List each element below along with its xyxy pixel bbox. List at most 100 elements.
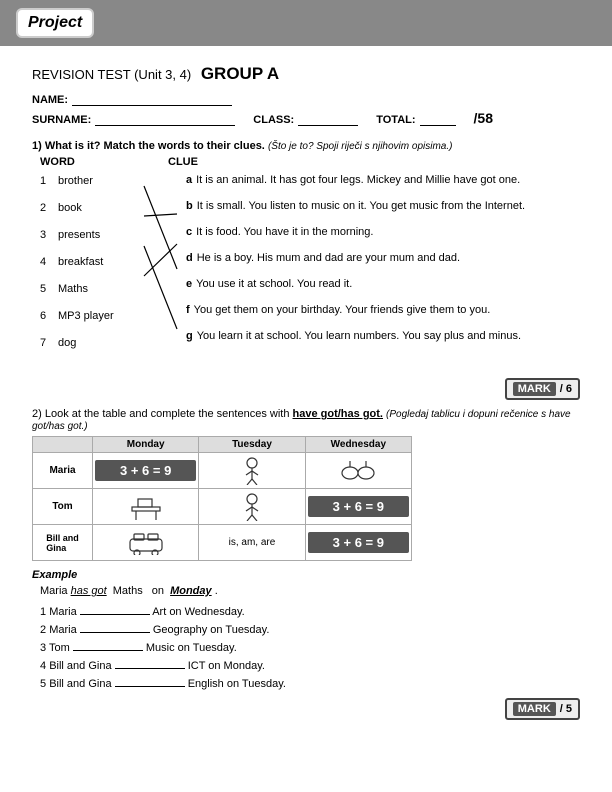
clue-letter-c: c bbox=[186, 226, 192, 238]
word-row-3: 3 presents bbox=[40, 228, 162, 241]
surname-row: SURNAME: CLASS: TOTAL: /58 bbox=[32, 110, 580, 126]
section1-mark-box: MARK / 6 bbox=[505, 378, 580, 400]
vehicle-icon bbox=[128, 531, 164, 555]
matching-exercise: 1 brother 2 book 3 presents 4 breakfast bbox=[32, 174, 580, 374]
clue-row-c: c It is food. You have it in the morning… bbox=[186, 226, 580, 238]
section2: 2) Look at the table and complete the se… bbox=[32, 408, 580, 720]
s1-num: 1 bbox=[40, 606, 49, 618]
section2-mark-label: MARK bbox=[513, 702, 556, 716]
clue-row-f: f You get them on your birthday. Your fr… bbox=[186, 304, 580, 316]
name-row: NAME: bbox=[32, 92, 580, 106]
s3-subject: Tom bbox=[49, 642, 73, 654]
clue-text-f: You get them on your birthday. Your frie… bbox=[194, 304, 491, 316]
name-field[interactable] bbox=[72, 92, 232, 106]
s4-blank[interactable] bbox=[115, 657, 185, 669]
table-cell-billgina-wed: 3 + 6 = 9 bbox=[306, 525, 411, 560]
section1-number: 1) bbox=[32, 140, 42, 152]
example-has-underline: has got bbox=[71, 585, 107, 597]
s3-blank[interactable] bbox=[73, 639, 143, 651]
math-box-tom-wed: 3 + 6 = 9 bbox=[308, 496, 409, 517]
table-name-billgina: Bill andGina bbox=[33, 525, 93, 560]
clue-row-b: b It is small. You listen to music on it… bbox=[186, 200, 580, 212]
example-text: Maria has got Maths on Monday . bbox=[32, 585, 580, 597]
word-num-6: 6 bbox=[40, 309, 58, 322]
section2-title: 2) Look at the table and complete the se… bbox=[32, 408, 580, 432]
total-blank-field[interactable] bbox=[420, 112, 456, 126]
section2-mark-value: / 5 bbox=[560, 703, 572, 715]
s2-num: 2 bbox=[40, 624, 49, 636]
example-label: Example bbox=[32, 569, 580, 581]
clue-letter-f: f bbox=[186, 304, 190, 316]
class-field[interactable] bbox=[298, 112, 358, 126]
table-header-name bbox=[33, 437, 93, 452]
example-maths: Maths bbox=[113, 585, 143, 597]
s1-subject: Maria bbox=[49, 606, 80, 618]
col-clue-header: CLUE bbox=[152, 156, 580, 168]
math-box-maria-mon: 3 + 6 = 9 bbox=[95, 460, 196, 481]
s4-subject: Bill and Gina bbox=[49, 660, 114, 672]
schedule-table: Monday Tuesday Wednesday Maria 3 + 6 = 9 bbox=[32, 436, 412, 561]
s3-num: 3 bbox=[40, 642, 49, 654]
surname-field[interactable] bbox=[95, 112, 235, 126]
word-text-2: book bbox=[58, 201, 158, 214]
s5-blank[interactable] bbox=[115, 675, 185, 687]
clue-row-g: g You learn it at school. You learn numb… bbox=[186, 330, 580, 342]
title-prefix: REVISION TEST (Unit 3, 4) bbox=[32, 67, 191, 82]
class-label: CLASS: bbox=[253, 114, 294, 126]
clue-letter-b: b bbox=[186, 200, 193, 212]
clue-row-d: d He is a boy. His mum and dad are your … bbox=[186, 252, 580, 264]
word-num-3: 3 bbox=[40, 228, 58, 241]
table-name-maria: Maria bbox=[33, 453, 93, 488]
table-cell-tom-wed: 3 + 6 = 9 bbox=[306, 489, 411, 524]
s4-rest: ICT on Monday. bbox=[188, 660, 265, 672]
section1-mark-value: / 6 bbox=[560, 383, 572, 395]
table-row-tom: Tom bbox=[33, 488, 411, 524]
math-box-billgina-wed: 3 + 6 = 9 bbox=[308, 532, 409, 553]
s2-blank[interactable] bbox=[80, 621, 150, 633]
section1-instruction: What is it? Match the words to their clu… bbox=[45, 140, 265, 152]
word-text-6: MP3 player bbox=[58, 309, 158, 322]
desk-icon bbox=[128, 493, 164, 521]
s1-blank[interactable] bbox=[80, 603, 150, 615]
sentence-4: 4 Bill and Gina ICT on Monday. bbox=[40, 657, 580, 672]
word-row-6: 6 MP3 player bbox=[40, 309, 162, 322]
sentence-1: 1 Maria Art on Wednesday. bbox=[40, 603, 580, 618]
example-period: . bbox=[215, 585, 218, 597]
table-header: Monday Tuesday Wednesday bbox=[33, 437, 411, 452]
word-num-5: 5 bbox=[40, 282, 58, 295]
section1: 1) What is it? Match the words to their … bbox=[32, 140, 580, 400]
example-subject: Maria bbox=[40, 585, 68, 597]
s4-num: 4 bbox=[40, 660, 49, 672]
word-text-3: presents bbox=[58, 228, 158, 241]
project-logo: Project bbox=[16, 8, 94, 38]
sentence-3: 3 Tom Music on Tuesday. bbox=[40, 639, 580, 654]
word-row-4: 4 breakfast bbox=[40, 255, 162, 268]
header-bar: Project bbox=[0, 0, 612, 46]
section2-number: 2) bbox=[32, 408, 42, 420]
clue-letter-e: e bbox=[186, 278, 192, 290]
test-title: REVISION TEST (Unit 3, 4) GROUP A bbox=[32, 64, 580, 84]
s3-rest: Music on Tuesday. bbox=[146, 642, 237, 654]
word-num-2: 2 bbox=[40, 201, 58, 214]
clue-letter-a: a bbox=[186, 174, 192, 186]
table-cell-billgina-tue: is, am, are bbox=[199, 525, 305, 560]
word-text-5: Maths bbox=[58, 282, 158, 295]
clue-row-a: a It is an animal. It has got four legs.… bbox=[186, 174, 580, 186]
s5-rest: English on Tuesday. bbox=[188, 678, 286, 690]
section2-instruction: Look at the table and complete the sente… bbox=[45, 408, 290, 420]
person2-icon bbox=[237, 493, 267, 521]
s2-subject: Maria bbox=[49, 624, 80, 636]
word-num-4: 4 bbox=[40, 255, 58, 268]
clue-text-a: It is an animal. It has got four legs. M… bbox=[196, 174, 520, 186]
s1-rest: Art on Wednesday. bbox=[152, 606, 245, 618]
section1-mark-label: MARK bbox=[513, 382, 556, 396]
clue-text-e: You use it at school. You read it. bbox=[196, 278, 352, 290]
table-cell-billgina-mon bbox=[93, 525, 199, 560]
table-row-maria: Maria 3 + 6 = 9 bbox=[33, 452, 411, 488]
example-day-underline: Monday bbox=[170, 585, 212, 597]
table-cell-tom-tue bbox=[199, 489, 305, 524]
hands-icon bbox=[340, 459, 376, 483]
clue-text-b: It is small. You listen to music on it. … bbox=[197, 200, 525, 212]
col-headers: WORD CLUE bbox=[32, 156, 580, 168]
clue-text-c: It is food. You have it in the morning. bbox=[196, 226, 373, 238]
